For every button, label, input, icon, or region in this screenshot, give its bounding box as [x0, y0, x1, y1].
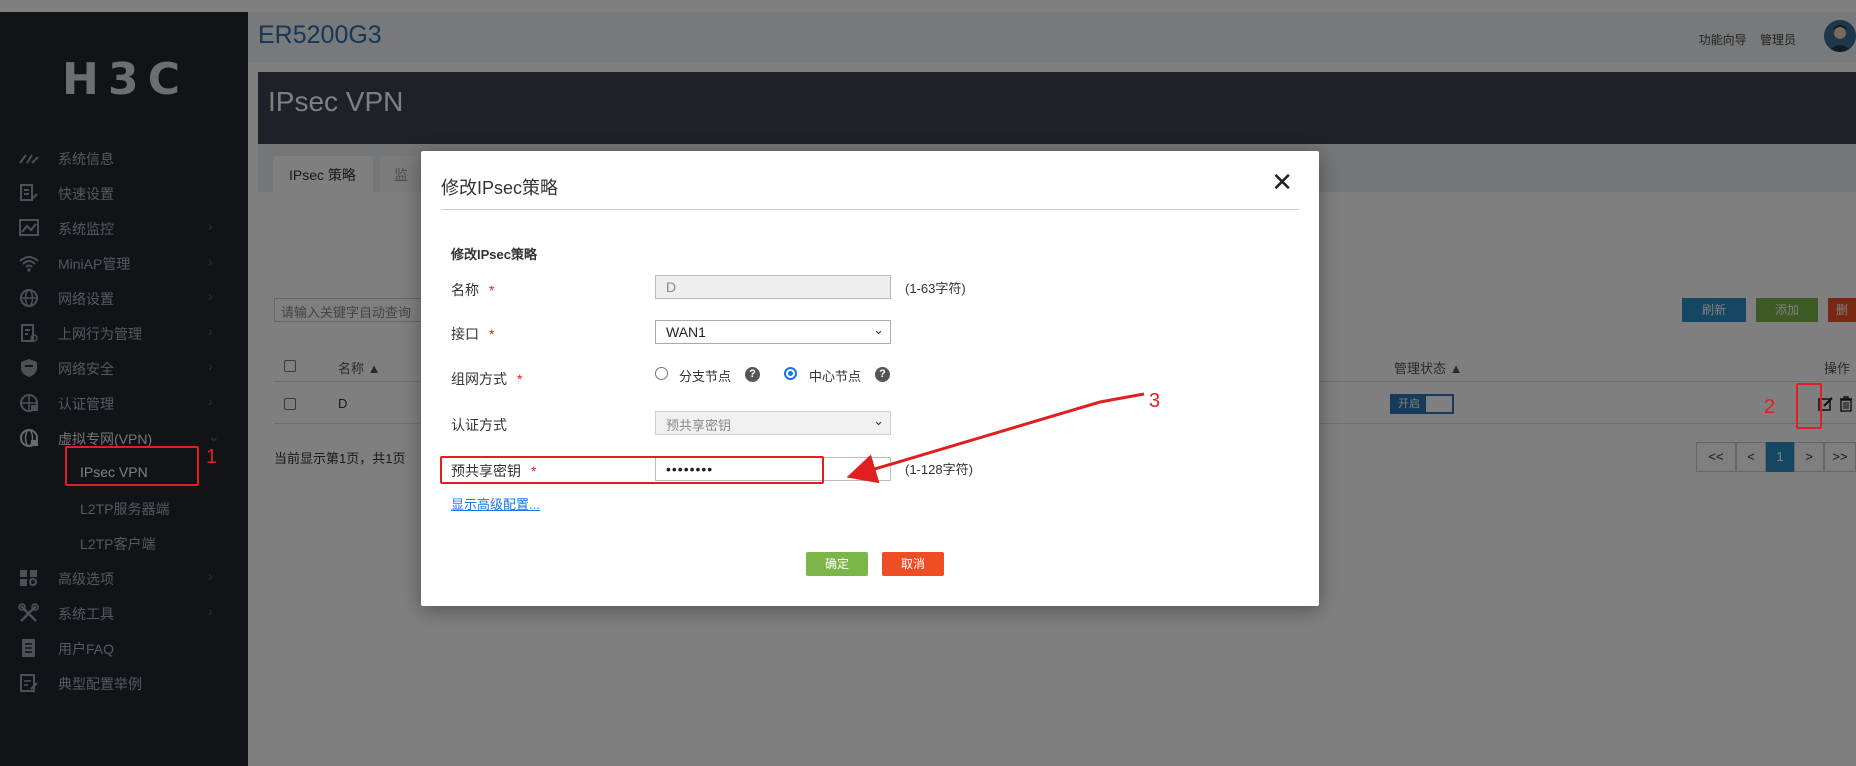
annotation-number-3: 3	[1149, 390, 1161, 412]
annotation-arrow	[846, 392, 1145, 484]
